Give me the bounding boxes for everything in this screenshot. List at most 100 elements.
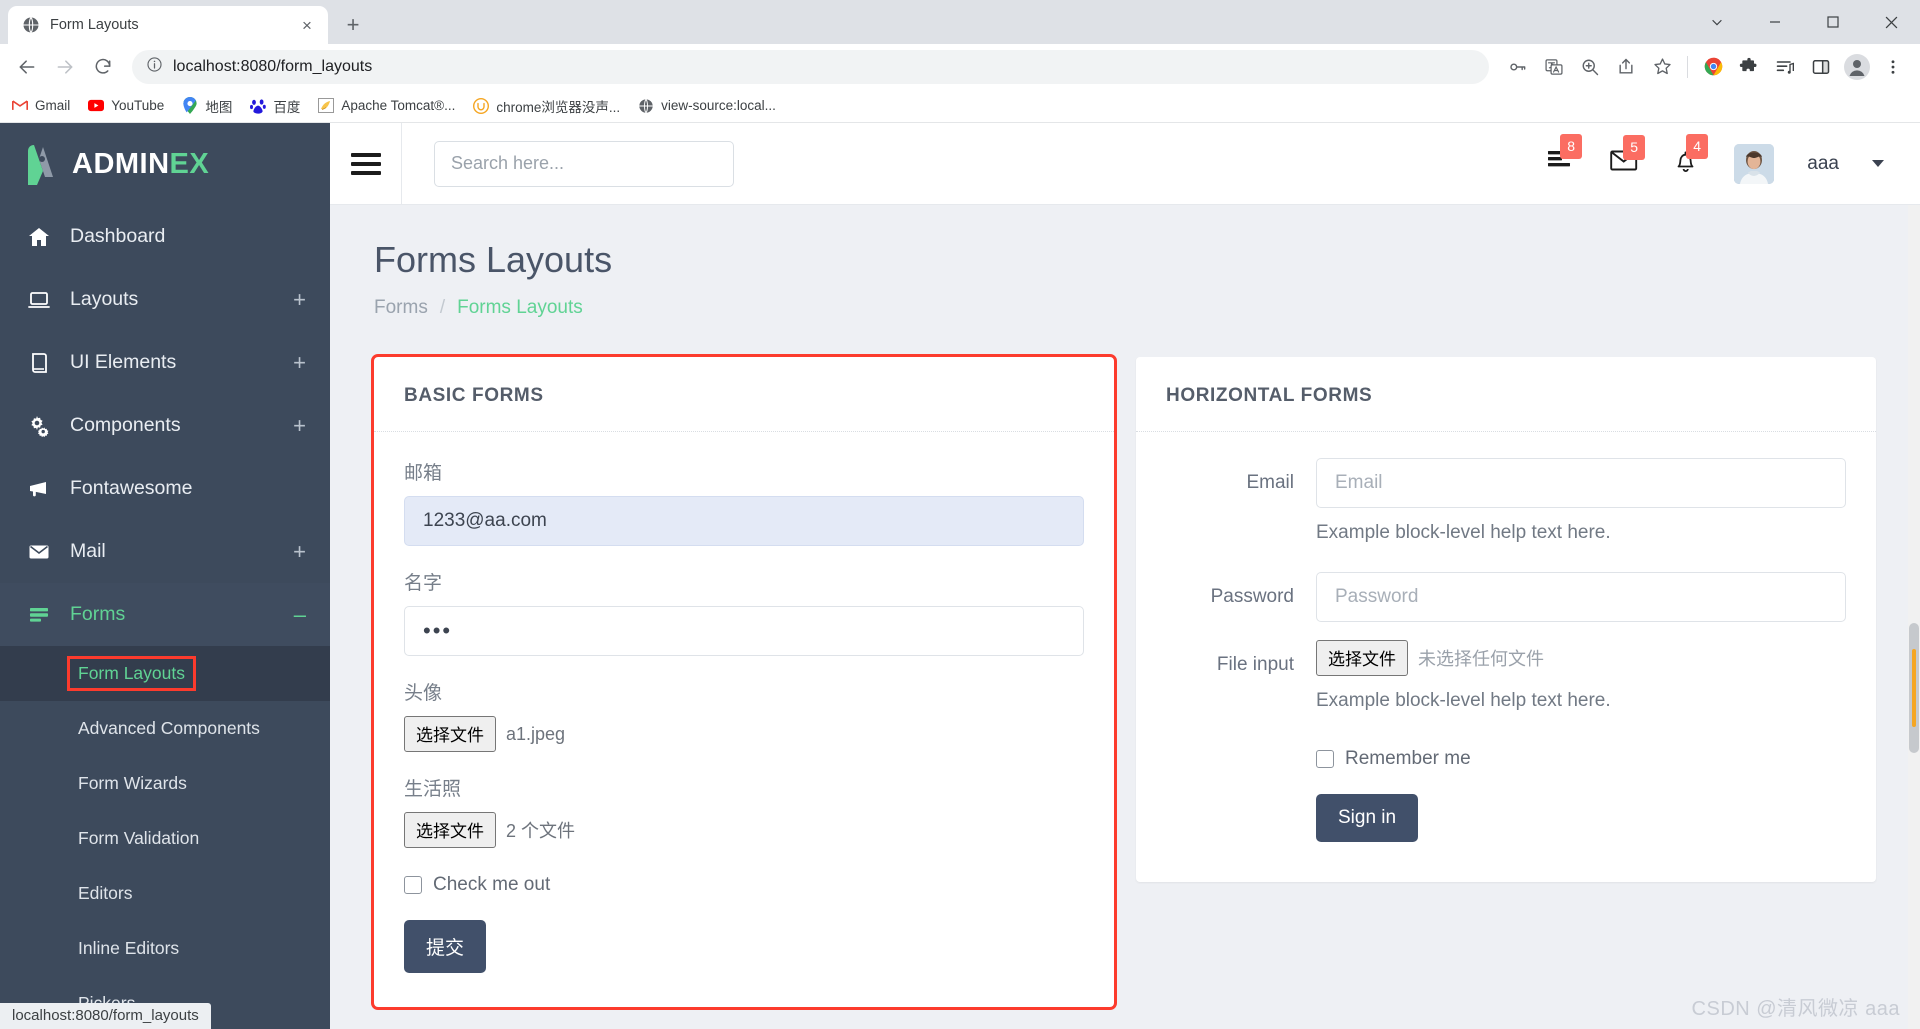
photos-file-input[interactable]: 选择文件 2 个文件 [404, 812, 1084, 848]
mail-notification[interactable]: 5 [1610, 135, 1646, 178]
bookmark-youtube[interactable]: YouTube [88, 98, 164, 114]
search-input[interactable]: Search here... [434, 140, 734, 187]
sidebar-item-mail[interactable]: Mail + [0, 520, 330, 583]
h-email-row: Email Email Example block-level help tex… [1166, 458, 1846, 566]
choose-file-button[interactable]: 选择文件 [404, 812, 496, 848]
sidebar-subitem-editors[interactable]: Editors [0, 866, 330, 921]
sidebar-item-layouts[interactable]: Layouts + [0, 268, 330, 331]
sidebar-item-components[interactable]: Components + [0, 394, 330, 457]
share-icon[interactable] [1609, 50, 1643, 84]
sidebar-item-forms[interactable]: Forms – [0, 583, 330, 646]
forward-icon[interactable] [48, 50, 82, 84]
avatar-file-name: a1.jpeg [506, 723, 566, 744]
reload-icon[interactable] [86, 50, 120, 84]
expand-indicator: + [293, 412, 306, 438]
sidebar-subitem-form-wizards[interactable]: Form Wizards [0, 756, 330, 811]
sign-in-button[interactable]: Sign in [1316, 794, 1419, 842]
sidebar-subitem-label: Form Wizards [78, 773, 187, 793]
basic-forms-column: BASIC FORMS 邮箱 1233@aa.com 名字 ••• 头像 选择文… [371, 354, 1117, 1010]
breadcrumb-separator: / [439, 297, 446, 318]
browser-tab[interactable]: Form Layouts × [8, 6, 328, 44]
sidebar-item-label: Layouts [70, 288, 139, 310]
bookmark-gmail[interactable]: Gmail [12, 98, 70, 114]
brand-main: ADMIN [72, 147, 170, 180]
page-scrollbar[interactable] [1908, 205, 1920, 1029]
h-email-input[interactable]: Email [1316, 458, 1846, 508]
bookmark-baidu[interactable]: 百度 [250, 96, 300, 116]
submit-button[interactable]: 提交 [404, 920, 487, 973]
close-icon[interactable]: × [296, 14, 318, 36]
site-info-icon[interactable] [146, 56, 163, 78]
sidebar-subitem-form-validation[interactable]: Form Validation [0, 811, 330, 866]
user-name[interactable]: aaa [1807, 153, 1839, 175]
name-input[interactable]: ••• [404, 606, 1084, 656]
sidebar-subitem-form-layouts[interactable]: Form Layouts [0, 646, 330, 701]
sidebar-item-ui-elements[interactable]: UI Elements + [0, 331, 330, 394]
photos-file-count: 2 个文件 [506, 821, 576, 841]
bookmark-maps[interactable]: 地图 [182, 96, 232, 116]
close-window-button[interactable] [1862, 0, 1920, 44]
sidebar-nav: Dashboard Layouts + UI Elements + Compon… [0, 205, 330, 1029]
bookmark-tomcat[interactable]: Apache Tomcat®... [318, 98, 455, 114]
reading-list-icon[interactable] [1768, 50, 1802, 84]
sidebar-subitem-inline-editors[interactable]: Inline Editors [0, 921, 330, 976]
password-key-icon[interactable] [1501, 50, 1535, 84]
bookmark-label: 地图 [205, 99, 233, 115]
h-password-input[interactable]: Password [1316, 572, 1846, 622]
bookmark-star-icon[interactable] [1645, 50, 1679, 84]
chevron-down-icon[interactable] [1688, 0, 1746, 44]
maximize-button[interactable] [1804, 0, 1862, 44]
check-me-out-row[interactable]: Check me out [404, 874, 1084, 896]
extensions-puzzle-icon[interactable] [1732, 50, 1766, 84]
profile-avatar-icon[interactable] [1840, 50, 1874, 84]
sidebar-item-dashboard[interactable]: Dashboard [0, 205, 330, 268]
sidebar-item-label: Components [70, 414, 181, 436]
email-input[interactable]: 1233@aa.com [404, 496, 1084, 546]
brand[interactable]: ADMINEX [0, 123, 330, 205]
back-icon[interactable] [10, 50, 44, 84]
h-password-row: Password Password [1166, 572, 1846, 622]
sidebar-item-fontawesome[interactable]: Fontawesome [0, 457, 330, 520]
tab-title: Form Layouts [50, 17, 139, 33]
side-panel-icon[interactable] [1804, 50, 1838, 84]
sidebar-subitem-advanced-components[interactable]: Advanced Components [0, 701, 330, 756]
choose-file-button[interactable]: 选择文件 [404, 716, 496, 752]
tab-strip: Form Layouts × + [0, 0, 1920, 44]
translate-icon[interactable] [1537, 50, 1571, 84]
chrome-profile-icon[interactable] [1696, 50, 1730, 84]
minimize-button[interactable] [1746, 0, 1804, 44]
alerts-notification[interactable]: 4 [1673, 134, 1709, 179]
sidebar-subitem-label: Advanced Components [78, 718, 260, 738]
remember-me-checkbox[interactable] [1316, 750, 1334, 768]
globe-icon [638, 98, 654, 114]
brand-text: ADMINEX [72, 148, 209, 181]
list-icon [26, 603, 52, 627]
expand-indicator: + [293, 286, 306, 312]
breadcrumb-parent[interactable]: Forms [374, 297, 428, 319]
toolbar-divider [1687, 55, 1688, 78]
check-me-out-checkbox[interactable] [404, 876, 422, 894]
new-tab-button[interactable]: + [336, 8, 370, 42]
bookmark-label: 百度 [273, 99, 301, 115]
basic-forms-card: BASIC FORMS 邮箱 1233@aa.com 名字 ••• 头像 选择文… [371, 354, 1117, 1010]
avatar[interactable] [1734, 143, 1775, 184]
remember-me-row[interactable]: Remember me [1316, 748, 1846, 770]
baidu-icon [250, 98, 267, 114]
zoom-icon[interactable] [1573, 50, 1607, 84]
three-dot-menu-icon[interactable] [1876, 50, 1910, 84]
bookmark-label: Gmail [35, 98, 71, 113]
hamburger-icon[interactable] [330, 123, 402, 205]
chevron-down-icon[interactable] [1872, 160, 1884, 167]
h-file-input[interactable]: 选择文件 未选择任何文件 [1316, 640, 1846, 676]
scrollbar-thumb[interactable] [1909, 623, 1919, 753]
avatar-file-input[interactable]: 选择文件 a1.jpeg [404, 716, 1084, 752]
bookmark-chrome-article[interactable]: chrome浏览器没声... [473, 96, 620, 116]
bookmark-label: YouTube [111, 98, 165, 113]
tasks-notification[interactable]: 8 [1547, 134, 1583, 179]
sidebar-subitem-label: Editors [78, 883, 133, 903]
choose-file-button[interactable]: 选择文件 [1316, 640, 1408, 676]
address-bar[interactable]: localhost:8080/form_layouts [132, 49, 1489, 84]
sidebar-item-label: UI Elements [70, 351, 177, 373]
maps-icon [182, 97, 198, 114]
bookmark-view-source[interactable]: view-source:local... [638, 98, 776, 114]
